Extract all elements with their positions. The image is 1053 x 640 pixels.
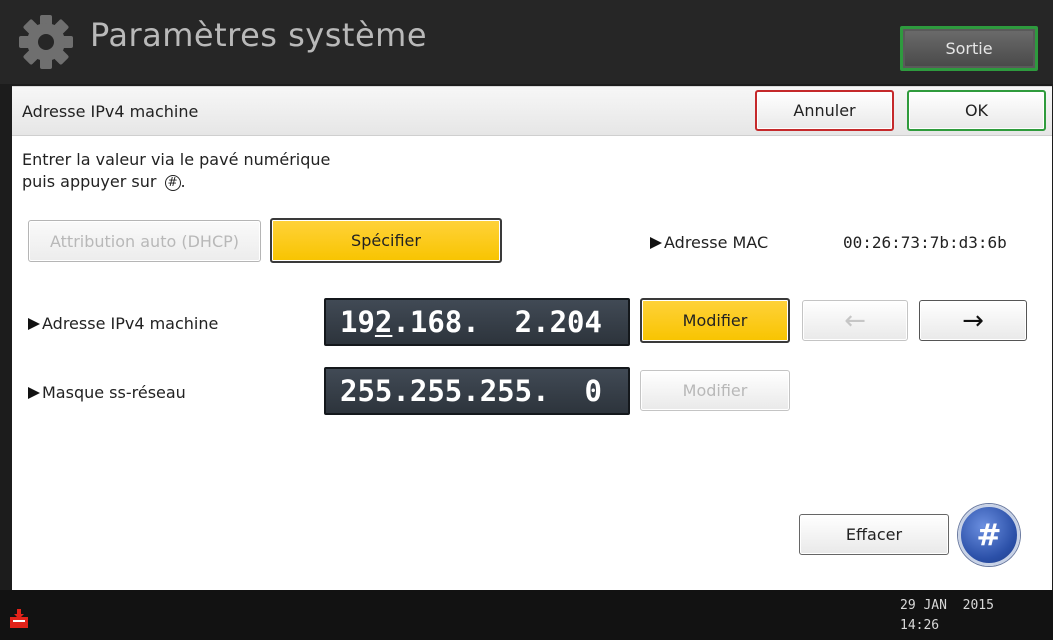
ipv4-address-label: Adresse IPv4 machine <box>28 314 218 333</box>
ipv4-address-field[interactable]: 192. 168. 2. 204 <box>324 298 630 346</box>
subnet-octet-4: 0 <box>584 374 602 408</box>
clear-button[interactable]: Effacer <box>799 514 949 555</box>
triangle-bullet-icon <box>650 237 662 249</box>
status-bar <box>0 590 1053 640</box>
dhcp-auto-button[interactable]: Attribution auto (DHCP) <box>28 220 261 262</box>
mac-address-label-text: Adresse MAC <box>664 233 769 252</box>
modify-subnet-button[interactable]: Modifier <box>640 370 790 411</box>
subnet-octet-3: 255 <box>479 374 533 408</box>
triangle-bullet-icon <box>28 387 40 399</box>
mac-address-value: 00:26:73:7b:d3:6b <box>843 233 1007 252</box>
modify-ipv4-button[interactable]: Modifier <box>640 298 790 343</box>
instruction-line-2: puis appuyer sur #. <box>22 172 186 191</box>
tray-alert-icon[interactable] <box>8 608 30 630</box>
status-time: 14:26 <box>900 618 940 633</box>
subnet-mask-label-text: Masque ss-réseau <box>42 383 186 402</box>
triangle-bullet-icon <box>28 318 40 330</box>
ipv4-octet-4: 204 <box>549 305 602 339</box>
panel-title: Adresse IPv4 machine <box>22 102 199 121</box>
ipv4-cursor-digit: 2 <box>374 305 393 339</box>
subnet-octet-2: 255 <box>409 374 463 408</box>
page-title: Paramètres système <box>90 16 427 54</box>
arrow-left-icon: ← <box>844 305 866 336</box>
hash-key-symbol-icon: # <box>164 175 181 191</box>
exit-button-label: Sortie <box>905 31 1033 66</box>
hash-icon: # <box>976 517 1002 553</box>
ipv4-address-label-text: Adresse IPv4 machine <box>42 314 219 333</box>
ipv4-octet-3: 2 <box>514 305 533 339</box>
arrow-right-icon: → <box>962 305 984 336</box>
enter-hash-button[interactable]: # <box>958 504 1020 566</box>
subnet-mask-label: Masque ss-réseau <box>28 383 186 402</box>
instruction-line-1: Entrer la valeur via le pavé numérique <box>22 150 331 169</box>
cursor-left-button[interactable]: ← <box>802 300 908 341</box>
subnet-octet-1: 255 <box>340 374 393 408</box>
gear-icon <box>16 12 76 72</box>
status-date: 29 JAN 2015 <box>900 598 994 613</box>
ipv4-octet-1: 192 <box>340 305 393 339</box>
ipv4-octet-2: 168 <box>409 305 463 339</box>
mac-address-label: Adresse MAC <box>650 233 768 252</box>
instruction-prefix: puis appuyer sur <box>22 172 162 191</box>
instruction-suffix: . <box>180 172 186 191</box>
subnet-mask-field[interactable]: 255. 255. 255. 0 <box>324 367 630 415</box>
specify-button[interactable]: Spécifier <box>270 218 502 263</box>
cursor-right-button[interactable]: → <box>919 300 1027 341</box>
exit-button[interactable]: Sortie <box>900 26 1038 71</box>
cancel-button[interactable]: Annuler <box>755 90 894 131</box>
ok-button[interactable]: OK <box>907 90 1046 131</box>
